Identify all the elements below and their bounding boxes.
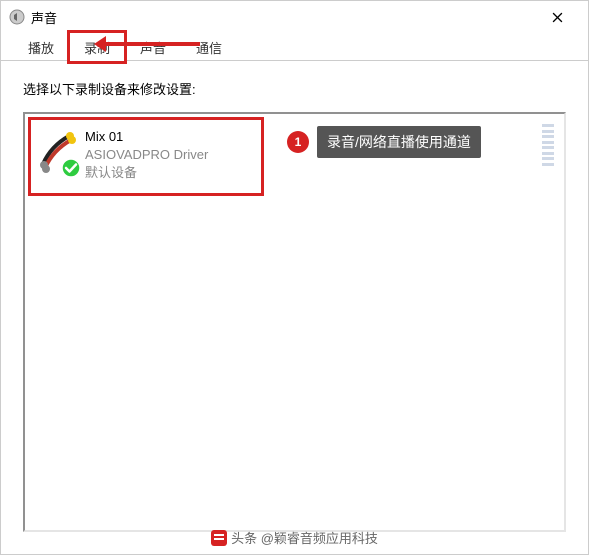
annotation-badge: 1 xyxy=(287,131,309,153)
device-status: 默认设备 xyxy=(85,164,208,182)
watermark-text: 头条 @颖睿音频应用科技 xyxy=(231,528,378,547)
device-text: Mix 01 ASIOVADPRO Driver 默认设备 xyxy=(85,128,208,183)
watermark: 头条 @颖睿音频应用科技 xyxy=(0,528,589,547)
device-icon xyxy=(39,128,77,174)
annotation-arrow xyxy=(104,42,200,46)
prompt-text: 选择以下录制设备来修改设置: xyxy=(23,79,566,98)
annotation: 1 录音/网络直播使用通道 xyxy=(287,126,481,158)
sound-dialog: 声音 播放 录制 声音 通信 选择以下录制设备来修改设置: xyxy=(0,0,589,555)
titlebar: 声音 xyxy=(1,1,588,33)
annotation-label: 录音/网络直播使用通道 xyxy=(317,126,481,158)
tab-content: 选择以下录制设备来修改设置: xyxy=(1,61,588,544)
tab-sounds[interactable]: 声音 xyxy=(125,32,181,61)
check-icon xyxy=(61,158,81,178)
titlebar-title: 声音 xyxy=(31,8,535,27)
tab-playback[interactable]: 播放 xyxy=(13,32,69,61)
close-button[interactable] xyxy=(535,1,580,33)
sound-dialog-icon xyxy=(9,9,25,25)
toutiao-icon xyxy=(211,530,227,546)
tab-communications[interactable]: 通信 xyxy=(181,32,237,61)
level-meter xyxy=(542,124,554,166)
device-list[interactable]: Mix 01 ASIOVADPRO Driver 默认设备 1 录音/网络直播使… xyxy=(23,112,566,532)
tab-strip: 播放 录制 声音 通信 xyxy=(1,33,588,61)
device-item-mix01[interactable]: Mix 01 ASIOVADPRO Driver 默认设备 xyxy=(31,120,261,193)
dialog-body: 播放 录制 声音 通信 选择以下录制设备来修改设置: xyxy=(1,33,588,544)
device-name: Mix 01 xyxy=(85,128,208,146)
device-driver: ASIOVADPRO Driver xyxy=(85,146,208,164)
